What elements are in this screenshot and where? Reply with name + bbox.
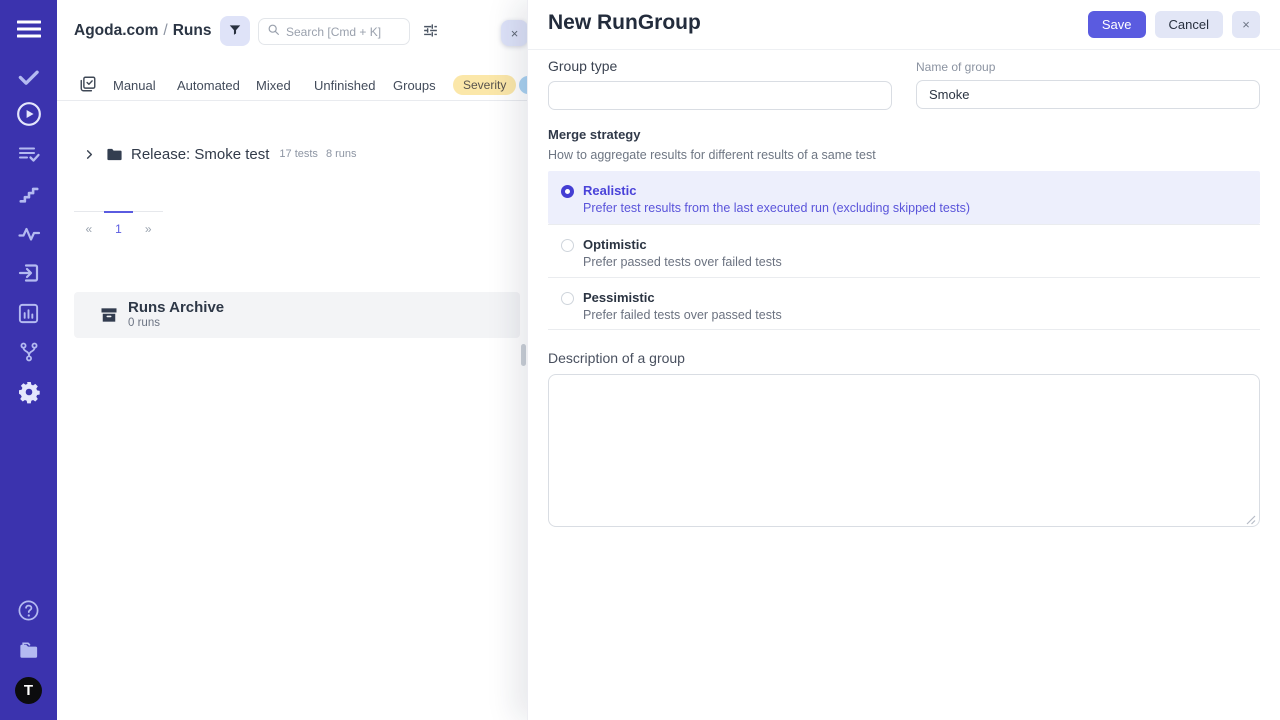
play-circle-icon[interactable]: [15, 100, 43, 128]
app-sidebar: T: [0, 0, 57, 720]
breadcrumb-separator: /: [158, 22, 172, 39]
menu-icon[interactable]: [15, 15, 43, 43]
modal-title: New RunGroup: [548, 11, 701, 35]
help-circle-icon[interactable]: [15, 596, 43, 624]
pagination-next[interactable]: »: [133, 211, 163, 236]
pagination-prev[interactable]: «: [74, 211, 104, 236]
search-icon: [267, 23, 280, 41]
modal-body: Group type Name of group Merge strategy …: [548, 50, 1260, 532]
option-realistic[interactable]: Realistic Prefer test results from the l…: [548, 171, 1260, 224]
radio-icon[interactable]: [561, 239, 574, 252]
modal-close-button[interactable]: ×: [1232, 11, 1260, 38]
merge-strategy-hint: How to aggregate results for different r…: [548, 148, 1260, 162]
test-list-icon[interactable]: [15, 140, 43, 168]
option-description: Prefer passed tests over failed tests: [583, 255, 782, 269]
runs-archive-row[interactable]: Runs Archive 0 runs: [74, 292, 520, 338]
option-title: Realistic: [583, 183, 970, 198]
projects-folder-icon[interactable]: [15, 636, 43, 664]
form-row-top: Group type Name of group: [548, 50, 1260, 110]
group-type-label: Group type: [548, 58, 892, 74]
select-all-icon: [79, 75, 97, 96]
tests-count: 17 tests: [279, 148, 318, 160]
panel-scrollbar[interactable]: [521, 344, 526, 366]
close-icon: ×: [511, 27, 519, 40]
tab-groups[interactable]: Groups: [393, 78, 436, 93]
archive-box-icon: [99, 305, 119, 330]
description-label: Description of a group: [548, 350, 1260, 366]
funnel-icon: [228, 23, 242, 40]
archive-title: Runs Archive: [128, 299, 224, 316]
folder-icon: [106, 146, 123, 163]
name-of-group-label: Name of group: [916, 60, 1260, 74]
view-settings-button[interactable]: [420, 22, 440, 42]
option-pessimistic[interactable]: Pessimistic Prefer failed tests over pas…: [548, 277, 1260, 330]
breadcrumb: Agoda.com/Runs: [74, 22, 211, 40]
runs-count: 8 runs: [326, 148, 357, 160]
select-all-button[interactable]: [78, 75, 98, 95]
breadcrumb-page: Runs: [173, 22, 212, 39]
tab-unfinished[interactable]: Unfinished: [314, 78, 375, 93]
search-box: [258, 18, 410, 45]
option-text: Optimistic Prefer passed tests over fail…: [583, 237, 782, 277]
option-text: Realistic Prefer test results from the l…: [583, 183, 970, 224]
steps-icon[interactable]: [15, 180, 43, 208]
new-rungroup-modal: New RunGroup Save Cancel × Group type Na…: [527, 0, 1280, 720]
save-button[interactable]: Save: [1088, 11, 1146, 38]
description-textarea[interactable]: [548, 374, 1260, 527]
avatar-letter: T: [15, 677, 42, 704]
merge-strategy-label: Merge strategy: [548, 127, 1260, 142]
runs-panel: Agoda.com/Runs × Manual Automated Mixed …: [57, 0, 527, 720]
tab-mixed[interactable]: Mixed: [256, 78, 291, 93]
tab-automated[interactable]: Automated: [177, 78, 240, 93]
run-group-row[interactable]: Release: Smoke test 17 tests 8 runs: [57, 140, 527, 168]
merge-options-group: Realistic Prefer test results from the l…: [548, 171, 1260, 330]
import-run-icon[interactable]: [15, 259, 43, 287]
option-description: Prefer test results from the last execut…: [583, 201, 970, 215]
truncated-badge[interactable]: [519, 76, 527, 94]
sliders-icon: [422, 22, 439, 42]
option-optimistic[interactable]: Optimistic Prefer passed tests over fail…: [548, 224, 1260, 277]
radio-selected-icon[interactable]: [561, 185, 574, 198]
breadcrumb-project[interactable]: Agoda.com: [74, 22, 158, 39]
search-input[interactable]: [286, 25, 401, 39]
tab-manual[interactable]: Manual: [113, 78, 156, 93]
description-field-wrap: [548, 374, 1260, 532]
branches-icon[interactable]: [15, 338, 43, 366]
modal-actions: Save Cancel ×: [1088, 11, 1260, 38]
modal-header: New RunGroup Save Cancel ×: [528, 0, 1280, 50]
option-title: Pessimistic: [583, 290, 782, 305]
severity-badge[interactable]: Severity: [453, 75, 516, 95]
run-group-title[interactable]: Release: Smoke test: [131, 146, 269, 163]
chevron-right-icon[interactable]: [84, 149, 95, 160]
archive-count: 0 runs: [128, 317, 160, 329]
runs-check-icon[interactable]: [15, 62, 43, 90]
user-avatar[interactable]: T: [15, 676, 43, 704]
pagination: « 1 »: [74, 211, 163, 236]
filter-button[interactable]: [220, 16, 250, 46]
name-of-group-input[interactable]: [916, 80, 1260, 109]
cancel-button[interactable]: Cancel: [1155, 11, 1223, 38]
filter-tabs-bar: Manual Automated Mixed Unfinished Groups…: [57, 70, 527, 101]
pagination-page-1[interactable]: 1: [104, 211, 134, 236]
group-type-input[interactable]: [548, 81, 892, 110]
settings-gear-icon[interactable]: [15, 378, 43, 406]
option-description: Prefer failed tests over passed tests: [583, 308, 782, 322]
analytics-chart-icon[interactable]: [15, 299, 43, 327]
radio-icon[interactable]: [561, 292, 574, 305]
activity-pulse-icon[interactable]: [15, 220, 43, 248]
close-panel-button[interactable]: ×: [501, 20, 527, 46]
close-icon: ×: [1242, 17, 1250, 32]
option-title: Optimistic: [583, 237, 782, 252]
option-text: Pessimistic Prefer failed tests over pas…: [583, 290, 782, 329]
